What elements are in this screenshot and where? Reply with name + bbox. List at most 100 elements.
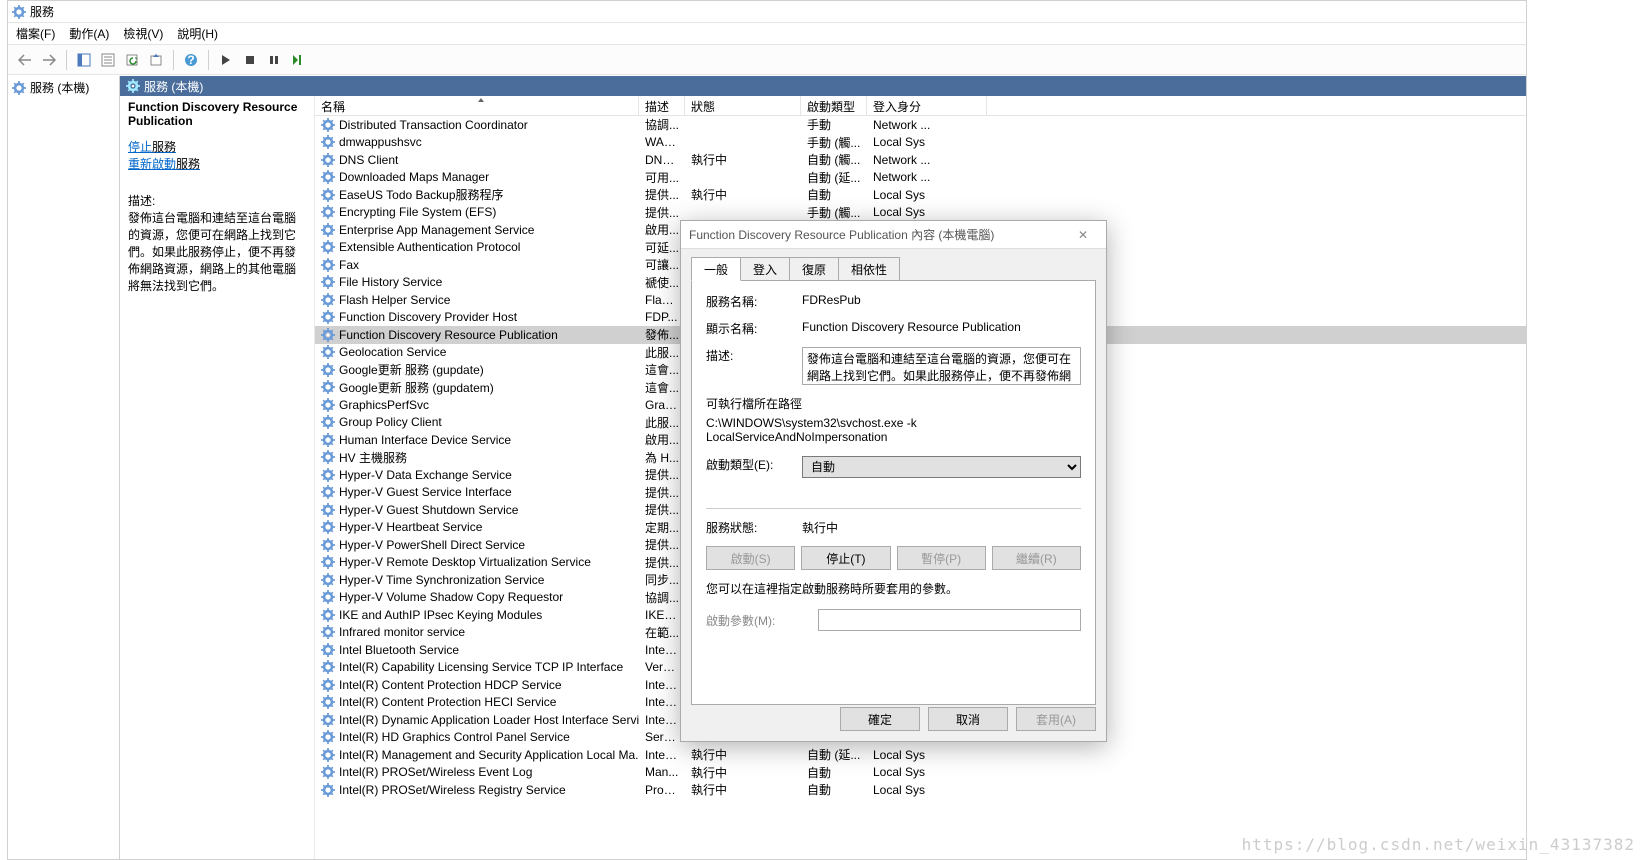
gear-icon xyxy=(321,555,335,569)
stop-link[interactable]: 停止服務 xyxy=(128,138,306,155)
table-row[interactable]: Encrypting File System (EFS)提供...手動 (觸..… xyxy=(315,204,1526,222)
gear-icon xyxy=(321,170,335,184)
menu-help[interactable]: 說明(H) xyxy=(177,25,218,42)
table-row[interactable]: Intel(R) PROSet/Wireless Registry Servic… xyxy=(315,781,1526,799)
param-hint: 您可以在這裡指定啟動服務時所要套用的參數。 xyxy=(706,580,1081,597)
exec-path-label: 可執行檔所在路徑 xyxy=(706,395,1081,412)
pause-service-button[interactable] xyxy=(263,49,285,71)
gear-icon xyxy=(321,310,335,324)
start-button: 啟動(S) xyxy=(706,546,795,570)
gear-icon xyxy=(321,625,335,639)
service-status-value: 執行中 xyxy=(802,519,1081,536)
app-icon xyxy=(12,5,26,19)
gear-icon xyxy=(321,240,335,254)
service-name-label: 服務名稱: xyxy=(706,293,802,310)
list-header: 名稱 描述 狀態 啟動類型 登入身分 xyxy=(315,96,1526,116)
gear-icon xyxy=(321,398,335,412)
show-hide-button[interactable] xyxy=(73,49,95,71)
table-row[interactable]: Intel(R) Management and Security Applica… xyxy=(315,746,1526,764)
col-name[interactable]: 名稱 xyxy=(315,96,639,115)
startup-type-select[interactable]: 自動 xyxy=(802,456,1081,478)
refresh-button[interactable] xyxy=(121,49,143,71)
tab-general[interactable]: 一般 xyxy=(691,257,741,281)
gear-icon xyxy=(321,503,335,517)
table-row[interactable]: EaseUS Todo Backup服務程序提供...執行中自動Local Sy… xyxy=(315,186,1526,204)
ok-button[interactable]: 確定 xyxy=(840,707,920,731)
gear-icon xyxy=(321,345,335,359)
gear-icon xyxy=(321,783,335,797)
selected-service-title: Function Discovery Resource Publication xyxy=(128,100,306,128)
table-row[interactable]: Intel(R) PROSet/Wireless Event LogMan...… xyxy=(315,764,1526,782)
tab-dependencies[interactable]: 相依性 xyxy=(838,257,900,281)
table-row[interactable]: Distributed Transaction Coordinator協調...… xyxy=(315,116,1526,134)
gear-icon xyxy=(321,450,335,464)
gear-icon xyxy=(321,468,335,482)
restart-service-button[interactable] xyxy=(287,49,309,71)
sort-asc-icon xyxy=(477,97,485,105)
gear-icon xyxy=(321,608,335,622)
gear-icon xyxy=(321,643,335,657)
gear-icon xyxy=(321,135,335,149)
window-title: 服務 xyxy=(30,3,54,20)
main-header: 服務 (本機) xyxy=(120,76,1526,96)
desc-text: 發佈這台電腦和連結至這台電腦的資源，您便可在網路上找到它們。如果此服務停止，便不… xyxy=(128,209,306,294)
exec-path-value: C:\WINDOWS\system32\svchost.exe -k Local… xyxy=(706,416,1081,444)
startup-type-label: 啟動類型(E): xyxy=(706,456,802,478)
cancel-button[interactable]: 取消 xyxy=(928,707,1008,731)
titlebar: 服務 xyxy=(8,1,1526,23)
menubar: 檔案(F) 動作(A) 檢視(V) 說明(H) xyxy=(8,23,1526,45)
gear-icon xyxy=(321,573,335,587)
table-row[interactable]: Downloaded Maps Manager可用...自動 (延...Netw… xyxy=(315,169,1526,187)
col-status[interactable]: 狀態 xyxy=(685,96,801,115)
gear-icon xyxy=(321,485,335,499)
forward-button[interactable] xyxy=(38,49,60,71)
col-desc[interactable]: 描述 xyxy=(639,96,685,115)
description-box[interactable]: 發佈這台電腦和連結至這台電腦的資源，您便可在網路上找到它們。如果此服務停止，便不… xyxy=(802,347,1081,385)
stop-service-button[interactable] xyxy=(239,49,261,71)
properties-button[interactable] xyxy=(97,49,119,71)
col-logon[interactable]: 登入身分 xyxy=(867,96,987,115)
gear-icon xyxy=(321,118,335,132)
service-name-value: FDResPub xyxy=(802,293,1081,310)
start-param-input[interactable] xyxy=(818,609,1081,631)
menu-file[interactable]: 檔案(F) xyxy=(16,25,55,42)
export-button[interactable] xyxy=(145,49,167,71)
stop-button[interactable]: 停止(T) xyxy=(801,546,890,570)
table-row[interactable]: dmwappushsvcWAP...手動 (觸...Local Sys xyxy=(315,134,1526,152)
sidebar: 服務 (本機) xyxy=(8,76,120,859)
menu-view[interactable]: 檢視(V) xyxy=(123,25,163,42)
gear-icon xyxy=(321,258,335,272)
gear-icon xyxy=(321,695,335,709)
watermark: https://blog.csdn.net/weixin_43137382 xyxy=(1242,835,1635,854)
gear-icon xyxy=(321,713,335,727)
start-param-label: 啟動參數(M): xyxy=(706,612,818,629)
gear-icon xyxy=(321,660,335,674)
gear-icon xyxy=(321,153,335,167)
sidebar-item-services-local[interactable]: 服務 (本機) xyxy=(10,78,117,97)
properties-dialog: Function Discovery Resource Publication … xyxy=(680,220,1107,742)
start-service-button[interactable] xyxy=(215,49,237,71)
table-row[interactable]: DNS ClientDNS...執行中自動 (觸...Network ... xyxy=(315,151,1526,169)
toolbar: ? xyxy=(8,45,1526,75)
tab-logon[interactable]: 登入 xyxy=(740,257,790,281)
help-button[interactable]: ? xyxy=(180,49,202,71)
dialog-titlebar[interactable]: Function Discovery Resource Publication … xyxy=(681,221,1106,249)
resume-button: 繼續(R) xyxy=(992,546,1081,570)
restart-link[interactable]: 重新啟動服務 xyxy=(128,155,306,172)
gear-icon xyxy=(321,223,335,237)
close-icon[interactable]: ✕ xyxy=(1068,228,1098,242)
detail-panel: Function Discovery Resource Publication … xyxy=(120,96,315,859)
gear-icon xyxy=(321,415,335,429)
gear-icon xyxy=(321,293,335,307)
gear-icon xyxy=(321,590,335,604)
gear-icon xyxy=(321,433,335,447)
back-button[interactable] xyxy=(14,49,36,71)
tab-recovery[interactable]: 復原 xyxy=(789,257,839,281)
gear-icon xyxy=(321,538,335,552)
gear-icon xyxy=(321,328,335,342)
col-startup[interactable]: 啟動類型 xyxy=(801,96,867,115)
gear-icon xyxy=(321,765,335,779)
menu-action[interactable]: 動作(A) xyxy=(69,25,109,42)
apply-button: 套用(A) xyxy=(1016,707,1096,731)
svg-text:?: ? xyxy=(187,53,194,67)
